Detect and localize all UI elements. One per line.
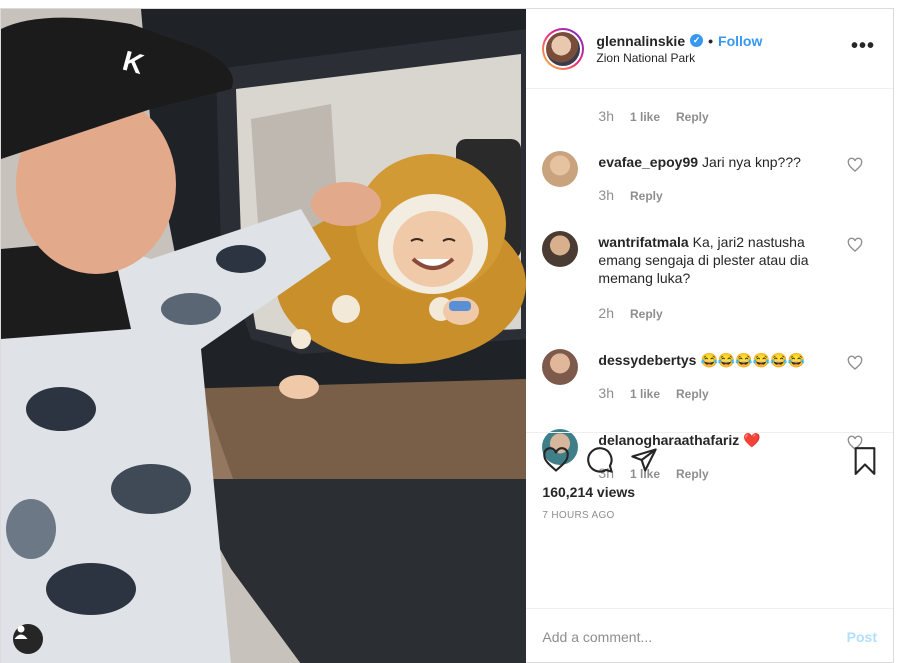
comment-meta: 2h Reply xyxy=(598,305,662,321)
post-side-panel: glennalinskie ✓ • Follow Zion National P… xyxy=(526,9,893,663)
add-comment-bar: Add a comment... Post xyxy=(526,608,893,663)
comment-like-icon[interactable] xyxy=(847,355,863,371)
comment-text: 😂😂😂😂😂😂 xyxy=(700,352,806,368)
commenter-avatar[interactable] xyxy=(542,231,579,267)
comment-input[interactable]: Add a comment... xyxy=(542,629,846,645)
post-timestamp[interactable]: 7 HOURS AGO xyxy=(542,510,877,521)
comment-item: evafae_epoy99 Jari nya knp??? xyxy=(542,151,877,187)
author-username[interactable]: glennalinskie xyxy=(596,33,685,49)
commenter-username[interactable]: wantrifatmala xyxy=(598,234,688,250)
bookmark-icon[interactable] xyxy=(853,447,877,475)
comment-time[interactable]: 3h xyxy=(598,385,614,401)
comment-time[interactable]: 3h xyxy=(598,187,614,203)
comment-like-icon[interactable] xyxy=(847,237,863,253)
share-icon[interactable] xyxy=(630,446,658,474)
comment-likes[interactable]: 1 like xyxy=(630,110,660,124)
reply-button[interactable]: Reply xyxy=(676,387,709,401)
post-comment-button[interactable]: Post xyxy=(847,629,877,645)
comment-item: dessydebertys 😂😂😂😂😂😂 xyxy=(542,349,877,385)
comment-likes[interactable]: 1 like xyxy=(630,387,660,401)
more-options-icon[interactable]: ••• xyxy=(851,36,875,56)
comment-meta: 3h Reply xyxy=(598,187,662,203)
reply-button[interactable]: Reply xyxy=(630,307,663,321)
follow-button[interactable]: Follow xyxy=(718,33,762,49)
post-video[interactable]: K xyxy=(1,9,527,663)
comment-item: wantrifatmala Ka, jari2 nastusha emang se… xyxy=(542,231,877,287)
comment-text: Jari nya knp??? xyxy=(702,154,801,170)
verified-icon: ✓ xyxy=(690,34,704,47)
header-separator: • xyxy=(708,32,714,49)
comment-time[interactable]: 2h xyxy=(598,305,614,321)
comment-like-icon[interactable] xyxy=(847,157,863,173)
view-count[interactable]: 160,214 views xyxy=(542,484,877,500)
reply-button[interactable]: Reply xyxy=(676,110,709,124)
user-tag-icon[interactable] xyxy=(13,624,43,654)
comment-meta: 3h 1 like Reply xyxy=(598,385,708,401)
post-container: K glennalinskie ✓ • Follow Zion National… xyxy=(0,8,894,663)
reply-button[interactable]: Reply xyxy=(630,189,663,203)
video-frame: K xyxy=(1,9,527,663)
like-icon[interactable] xyxy=(542,446,570,474)
comment-time[interactable]: 3h xyxy=(598,108,614,124)
comment-icon[interactable] xyxy=(586,446,614,474)
partial-comment-meta: 3h 1 like Reply xyxy=(598,108,708,124)
commenter-username[interactable]: evafae_epoy99 xyxy=(598,154,698,170)
commenter-avatar[interactable] xyxy=(542,349,579,385)
post-actions: 160,214 views 7 HOURS AGO xyxy=(526,432,893,562)
post-header: glennalinskie ✓ • Follow Zion National P… xyxy=(526,9,893,89)
author-avatar[interactable] xyxy=(542,27,585,70)
post-location[interactable]: Zion National Park xyxy=(596,51,762,65)
commenter-avatar[interactable] xyxy=(542,151,579,187)
commenter-username[interactable]: dessydebertys xyxy=(598,352,696,368)
